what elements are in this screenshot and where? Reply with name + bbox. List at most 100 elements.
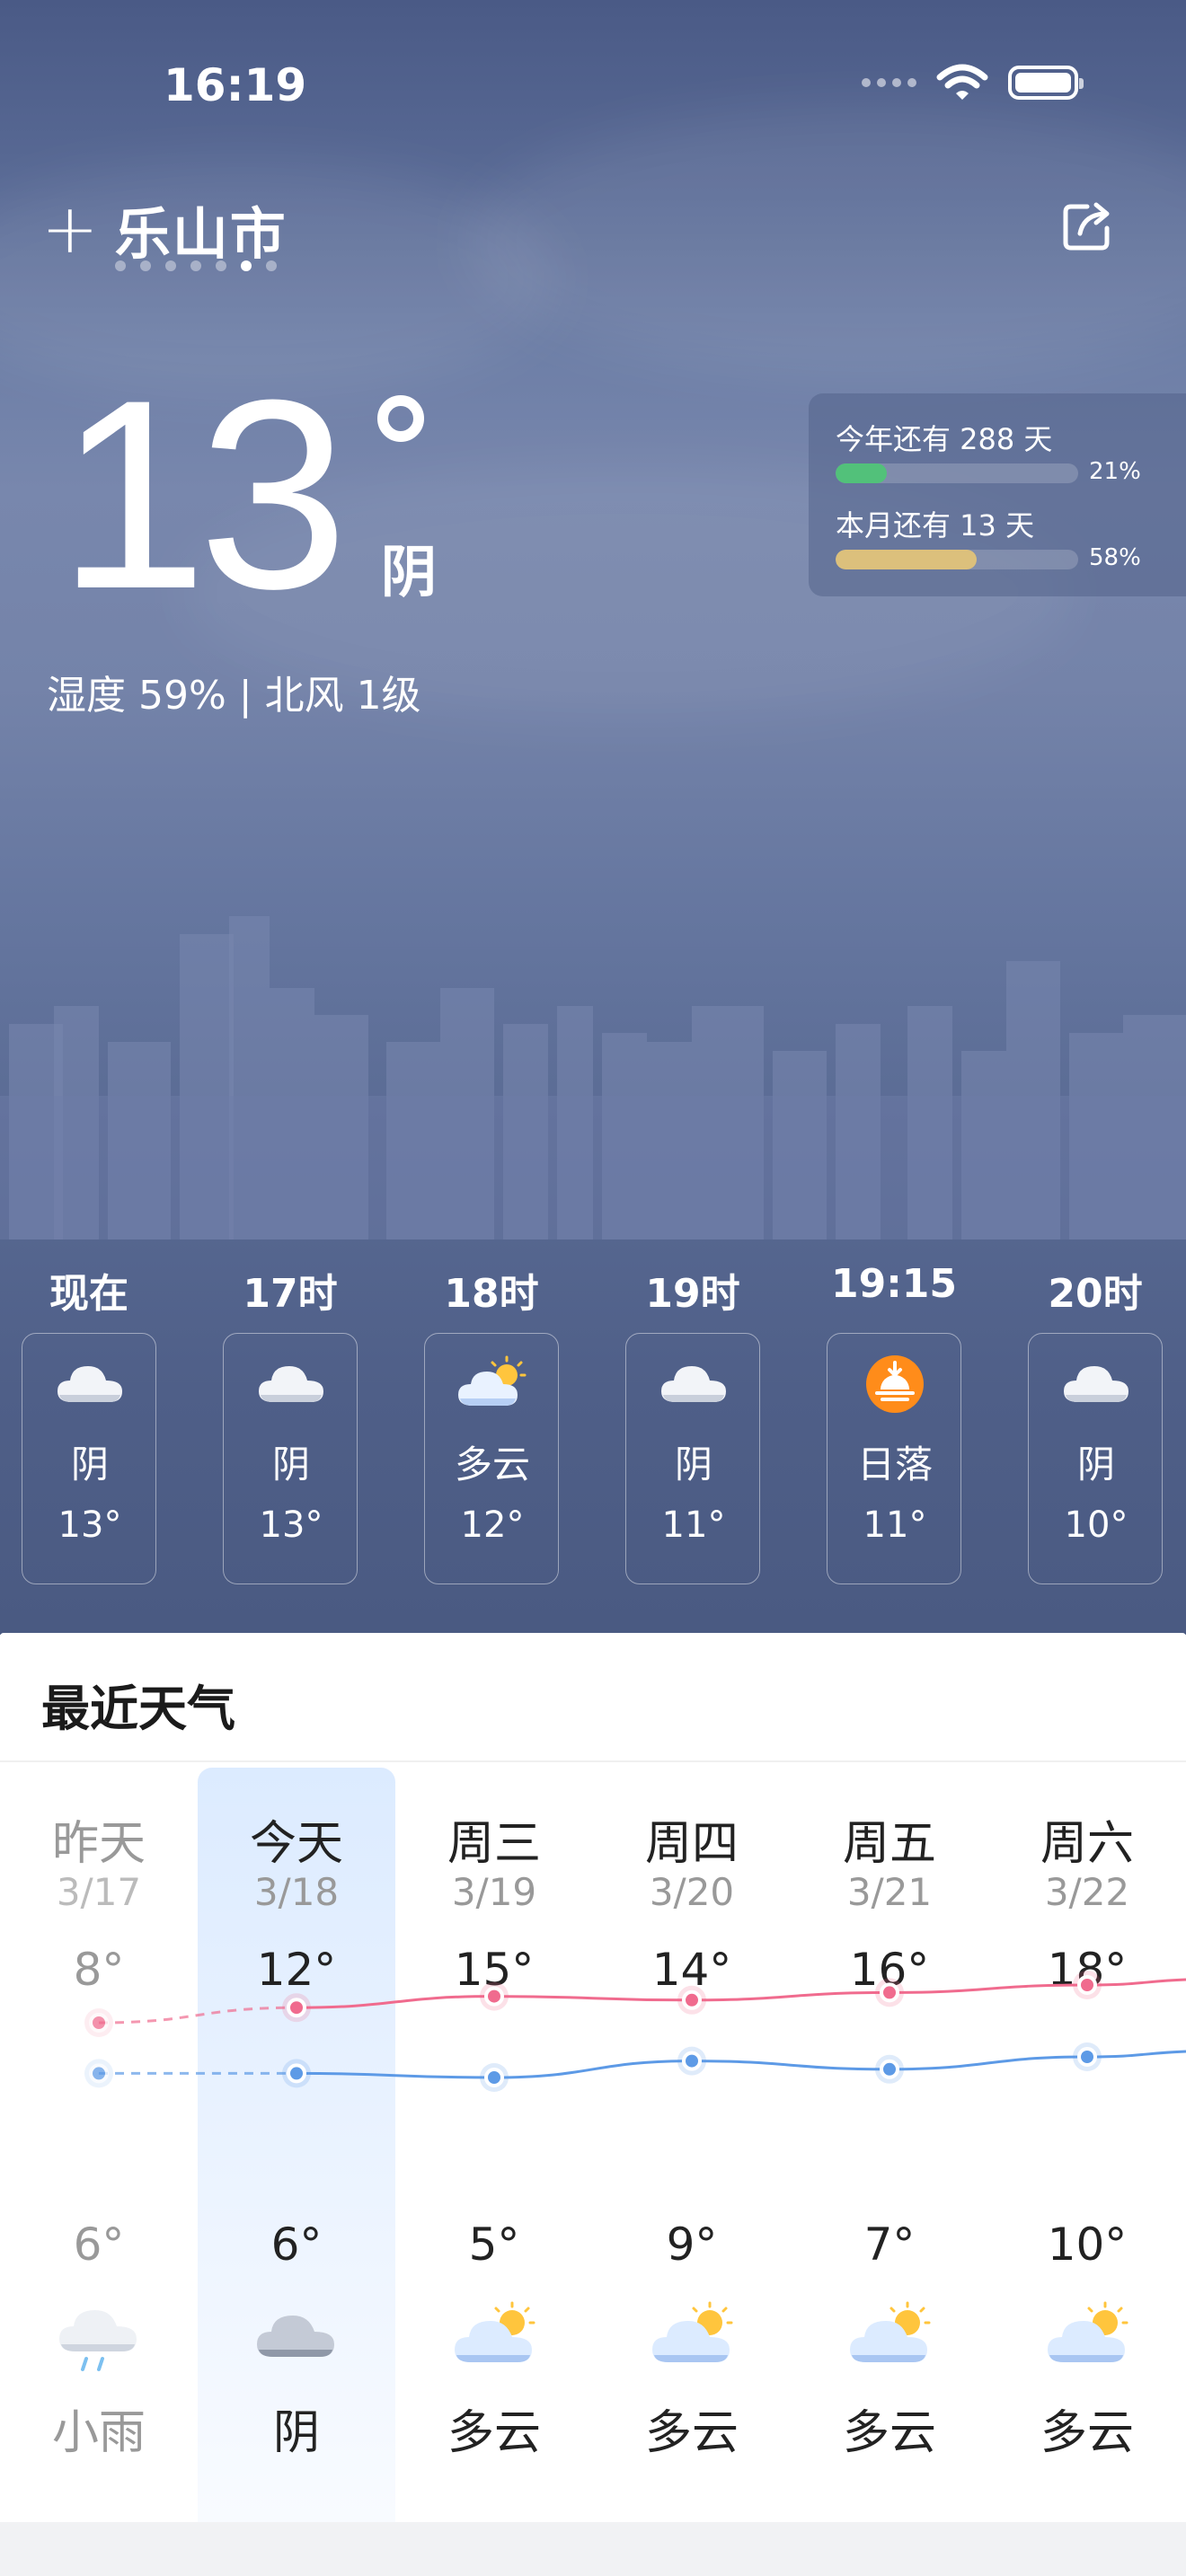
page-dot[interactable] — [241, 260, 252, 271]
city-skyline-image — [0, 916, 1186, 1239]
day-name: 昨天 — [51, 1817, 146, 1871]
humidity-wind: 湿度 59% | 北风 1级 — [47, 673, 421, 719]
partly-cloudy-icon — [458, 1355, 527, 1406]
day-condition: 阴 — [272, 2406, 320, 2460]
hour-card[interactable]: 阴 10° — [1028, 1333, 1163, 1584]
page-dot[interactable] — [190, 260, 201, 271]
hour-card[interactable]: 阴 13° — [223, 1333, 358, 1584]
day-date: 3/18 — [253, 1870, 340, 1914]
hour-condition: 阴 — [70, 1442, 109, 1486]
hourly-forecast[interactable]: 现在 阴 13° 17时 阴 13° 18时 多云 12° 19时 阴 11° … — [0, 1239, 1186, 1635]
hour-card[interactable]: 多云 12° — [424, 1333, 559, 1584]
cellular-signal-icon — [862, 78, 916, 87]
sunset-icon — [866, 1355, 924, 1413]
hour-condition: 日落 — [856, 1442, 933, 1486]
hour-condition: 阴 — [674, 1442, 712, 1486]
hour-temperature: 11° — [863, 1504, 927, 1546]
hour-temperature: 13° — [58, 1504, 122, 1546]
hour-condition: 阴 — [1076, 1442, 1115, 1486]
day-high-temp: 8° — [73, 1944, 125, 1996]
status-time: 16:19 — [164, 59, 307, 111]
city-selector[interactable]: + 乐山市 — [41, 189, 288, 269]
page-dot[interactable] — [165, 260, 176, 271]
day-condition: 多云 — [447, 2406, 541, 2460]
cloud-icon — [259, 1366, 323, 1402]
year-progress-bar — [836, 463, 1078, 483]
hour-condition: 多云 — [454, 1442, 530, 1486]
day-low-temp: 6° — [270, 2219, 323, 2271]
status-indicators — [862, 63, 1084, 102]
cloud-icon — [661, 1366, 726, 1402]
day-condition: 多云 — [1040, 2406, 1134, 2460]
current-temperature: 13 — [58, 343, 349, 645]
day-column[interactable]: 周三 3/19 15° 5° 多云 — [395, 1760, 593, 2569]
hour-time: 现在 — [49, 1271, 128, 1317]
year-progress-percent: 21% — [1089, 458, 1141, 485]
day-name: 周五 — [842, 1817, 936, 1871]
day-high-temp: 16° — [849, 1944, 930, 1996]
weather-hero: 16:19 + 乐山市 13 阴 湿度 59% | 北风 1级 今年还有 288… — [0, 0, 1186, 1635]
day-column[interactable]: 昨天 3/17 8° 6° 小雨 — [0, 1760, 198, 2569]
cloud-icon — [58, 1366, 122, 1402]
day-low-temp: 5° — [468, 2219, 520, 2271]
page-dot[interactable] — [115, 260, 126, 271]
day-name: 周四 — [644, 1817, 739, 1871]
day-column-today[interactable]: 今天 3/18 12° 6° 阴 — [198, 1760, 395, 2569]
day-date: 3/17 — [56, 1870, 142, 1914]
hour-temperature: 12° — [460, 1504, 525, 1546]
day-low-temp: 10° — [1047, 2219, 1128, 2271]
day-date: 3/20 — [649, 1870, 735, 1914]
month-remaining-label: 本月还有 13 天 — [836, 508, 1035, 543]
day-condition: 小雨 — [51, 2406, 146, 2460]
day-low-temp: 7° — [863, 2219, 916, 2271]
hour-time: 20时 — [1048, 1271, 1143, 1317]
day-name: 周三 — [447, 1817, 541, 1871]
hour-temperature: 13° — [259, 1504, 323, 1546]
day-date: 3/22 — [1044, 1870, 1130, 1914]
add-city-icon[interactable]: + — [41, 195, 99, 263]
hour-temperature: 10° — [1064, 1504, 1128, 1546]
month-progress-fill — [836, 550, 977, 569]
hour-time: 19:15 — [830, 1261, 958, 1307]
degree-symbol — [377, 395, 424, 442]
hour-temperature: 11° — [661, 1504, 726, 1546]
hour-condition: 阴 — [271, 1442, 310, 1486]
day-high-temp: 15° — [454, 1944, 535, 1996]
hour-card[interactable]: 阴 11° — [625, 1333, 760, 1584]
day-name: 今天 — [249, 1817, 343, 1871]
page-dot[interactable] — [140, 260, 151, 271]
cloud-icon — [1064, 1366, 1128, 1402]
day-low-temp: 6° — [73, 2219, 125, 2271]
wifi-icon — [936, 64, 988, 100]
partly-cloudy-icon — [455, 2301, 535, 2362]
hour-card[interactable]: 阴 13° — [22, 1333, 156, 1584]
year-progress-fill — [836, 463, 887, 483]
hour-time: 18时 — [444, 1271, 539, 1317]
day-date: 3/19 — [451, 1870, 537, 1914]
day-high-temp: 18° — [1047, 1944, 1128, 1996]
page-dot[interactable] — [266, 260, 277, 271]
share-icon[interactable] — [1058, 198, 1116, 255]
day-column[interactable]: 周六 3/22 18° 10° 多云 — [988, 1760, 1186, 2569]
cloud-icon — [257, 2316, 334, 2357]
day-column[interactable]: 周四 3/20 14° 9° 多云 — [593, 1760, 791, 2569]
day-condition: 多云 — [842, 2406, 936, 2460]
day-high-temp: 12° — [256, 1944, 337, 1996]
year-remaining-label: 今年还有 288 天 — [836, 422, 1053, 456]
partly-cloudy-icon — [850, 2301, 931, 2362]
hour-card[interactable]: 日落 11° — [827, 1333, 961, 1584]
day-high-temp: 14° — [651, 1944, 732, 1996]
hour-time: 17时 — [243, 1271, 338, 1317]
day-condition: 多云 — [644, 2406, 739, 2460]
hour-time: 19时 — [645, 1271, 740, 1317]
month-progress-percent: 58% — [1089, 544, 1141, 571]
time-progress-card: 今年还有 288 天 21% 本月还有 13 天 58% — [809, 393, 1186, 596]
month-progress-bar — [836, 550, 1078, 569]
page-indicator[interactable] — [115, 260, 277, 271]
page-dot[interactable] — [216, 260, 226, 271]
day-column[interactable]: 周五 3/21 16° 7° 多云 — [791, 1760, 988, 2569]
day-name: 周六 — [1040, 1817, 1134, 1871]
recent-weather-panel: 最近天气 昨天 3/17 8° 6° 小雨 今天 3/18 12° 6° 阴 周… — [0, 1633, 1186, 2576]
current-condition: 阴 — [381, 539, 438, 604]
rain-icon — [59, 2310, 137, 2371]
